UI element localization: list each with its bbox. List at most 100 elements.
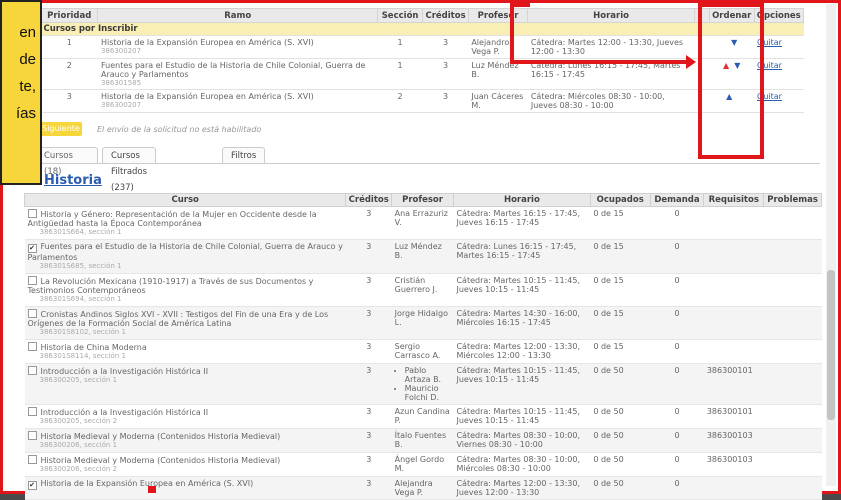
creditos-cell: 3 [345, 206, 392, 240]
course-name: Historia de la Expansión Europea en Amér… [40, 479, 254, 488]
seccion-cell: 1 [377, 35, 423, 59]
profesor-cell: Cristián Guerrero J. [391, 273, 454, 307]
tooltip-word: en [19, 24, 36, 41]
tab-cursos-filtrados[interactable]: Cursos Filtrados (237) [102, 147, 157, 193]
tab-filtros[interactable]: Filtros [222, 147, 266, 164]
course-name: Historia y Género: Representación de la … [27, 210, 317, 228]
course-checkbox[interactable] [27, 342, 37, 351]
course-checkbox[interactable] [27, 431, 37, 440]
curso-cell: Historia Medieval y Moderna (Contenidos … [24, 452, 346, 477]
demanda-cell: 0 [650, 206, 704, 240]
course-name: Historia Medieval y Moderna (Contenidos … [40, 432, 281, 441]
course-code: 386300205, sección 1 [39, 376, 118, 384]
col-demanda: Demanda [649, 193, 705, 207]
col-prioridad: Prioridad [39, 8, 99, 23]
profesor-name: Luz Méndez B. [394, 242, 442, 260]
course-code: 386300205, sección 2 [39, 417, 118, 425]
seccion-cell: 2 [377, 89, 423, 113]
course-checkbox[interactable] [27, 455, 37, 464]
next-button[interactable]: Siguiente [40, 122, 82, 136]
profesor-list: Pablo Artaza B.Mauricio Folchi D. [395, 366, 451, 402]
course-code: 386301S8114, sección 1 [39, 352, 126, 360]
course-checkbox[interactable] [27, 407, 37, 416]
ocupados-cell: 0 de 15 [590, 339, 651, 364]
curso-cell: Historia de China Moderna 386301S8114, se… [24, 339, 346, 364]
highlight-arrow-head [686, 55, 696, 69]
table-row: Introducción a la Investigación Históric… [24, 363, 822, 405]
profesor-name: Sergio Carrasco A. [394, 342, 441, 360]
course-checkbox[interactable] [27, 366, 37, 375]
horario-cell: Cátedra: Martes 10:15 - 11:45, Jueves 10… [453, 363, 591, 405]
highlight-arrow-outline [510, 3, 530, 63]
ramo-cell: Historia de la Expansión Europea en Amér… [97, 89, 378, 113]
priority-number: 1 [40, 35, 98, 59]
profesor-name: Ítalo Fuentes B. [394, 431, 447, 449]
course-checkbox[interactable]: ✔ [27, 481, 37, 490]
table-row: Historia y Género: Representación de la … [24, 206, 822, 240]
creditos-cell: 3 [345, 476, 392, 500]
course-table: Curso Créditos Profesor Horario Ocupados… [23, 193, 822, 500]
requisitos-cell [703, 306, 764, 340]
col-profesor2: Profesor [391, 193, 454, 207]
curso-cell: Cronistas Andinos Siglos XVI - XVII : Te… [24, 306, 346, 340]
col-problemas: Problemas [763, 193, 822, 207]
requisitos-cell: 386300103 [703, 428, 764, 453]
ramo-cell: Fuentes para el Estudio de la Historia d… [97, 58, 378, 90]
ocupados-cell: 0 de 50 [590, 476, 651, 500]
ocupados-cell: 0 de 50 [590, 428, 651, 453]
course-name: Cronistas Andinos Siglos XVI - XVII : Te… [27, 310, 329, 328]
red-marker [148, 486, 156, 493]
course-checkbox[interactable] [27, 276, 37, 285]
ramo-code: 386300207 [100, 101, 142, 109]
creditos-cell: 3 [345, 363, 392, 405]
creditos-cell: 3 [345, 452, 392, 477]
course-code: 386300206, sección 1 [39, 441, 118, 449]
curso-cell: Historia y Género: Representación de la … [24, 206, 346, 240]
profesor-cell: Jorge Hidalgo L. [391, 306, 454, 340]
col-seccion: Sección [376, 8, 424, 23]
horario-cell: Cátedra: Martes 12:00 - 13:30, Miércoles… [453, 339, 591, 364]
profesor-cell: Alejandra Vega P. [391, 476, 454, 500]
tooltip-word: ías [15, 105, 36, 122]
curso-cell: Historia Medieval y Moderna (Contenidos … [24, 428, 346, 453]
problemas-cell [763, 428, 822, 453]
horario-cell: Cátedra: Martes 12:00 - 13:30, Jueves 12… [453, 476, 591, 500]
course-name: Historia de China Moderna [40, 343, 147, 352]
problemas-cell [763, 206, 822, 240]
ramo-code: 386300207 [100, 47, 142, 55]
ramo-code: 386301585 [100, 79, 142, 87]
horario-cell: Cátedra: Martes 10:15 - 11:45, Jueves 10… [453, 273, 591, 307]
profesor-name: Cristián Guerrero J. [394, 276, 438, 294]
course-code: 386301S664, sección 1 [39, 228, 122, 236]
priority-number: 2 [40, 58, 98, 90]
profesor-cell: Ángel Gordo M. [391, 452, 454, 477]
horario-cell: Cátedra: Miércoles 08:30 - 10:00, Jueves… [527, 89, 695, 113]
tooltip-callout: en de te, ías [0, 0, 42, 185]
highlight-ordenar-box [698, 3, 764, 159]
scrollbar-thumb[interactable] [827, 270, 835, 420]
curso-cell: Introducción a la Investigación Históric… [24, 363, 346, 405]
course-code: 386301S8102, sección 1 [39, 328, 126, 336]
table-row: Historia Medieval y Moderna (Contenidos … [24, 452, 822, 477]
ocupados-cell: 0 de 50 [590, 452, 651, 477]
ramo-name: Historia de la Expansión Europea en Amér… [100, 92, 314, 101]
course-checkbox[interactable]: ✔ [27, 244, 37, 253]
requisitos-cell [703, 239, 764, 274]
creditos-cell: 3 [345, 404, 392, 429]
ocupados-cell: 0 de 50 [590, 363, 651, 405]
creditos-cell: 3 [345, 306, 392, 340]
tab-cursos[interactable]: Cursos (18) [35, 147, 98, 177]
horario-cell: Cátedra: Martes 12:00 - 13:30, Jueves 12… [527, 35, 695, 59]
col-horario: Horario [527, 8, 695, 23]
creditos-cell: 3 [345, 239, 392, 274]
course-code: 386301S685, sección 1 [39, 262, 122, 270]
profesor-name: Alejandra Vega P. [394, 479, 433, 497]
curso-cell: La Revolución Mexicana (1910-1917) a Tra… [24, 273, 346, 307]
section-title[interactable]: Historia [44, 173, 102, 188]
table-row: La Revolución Mexicana (1910-1917) a Tra… [24, 273, 822, 307]
course-checkbox[interactable] [27, 309, 37, 318]
course-checkbox[interactable] [27, 209, 37, 218]
problemas-cell [763, 239, 822, 274]
tooltip-word: de [19, 51, 36, 68]
table-row: Historia de China Moderna 386301S8114, se… [24, 339, 822, 364]
